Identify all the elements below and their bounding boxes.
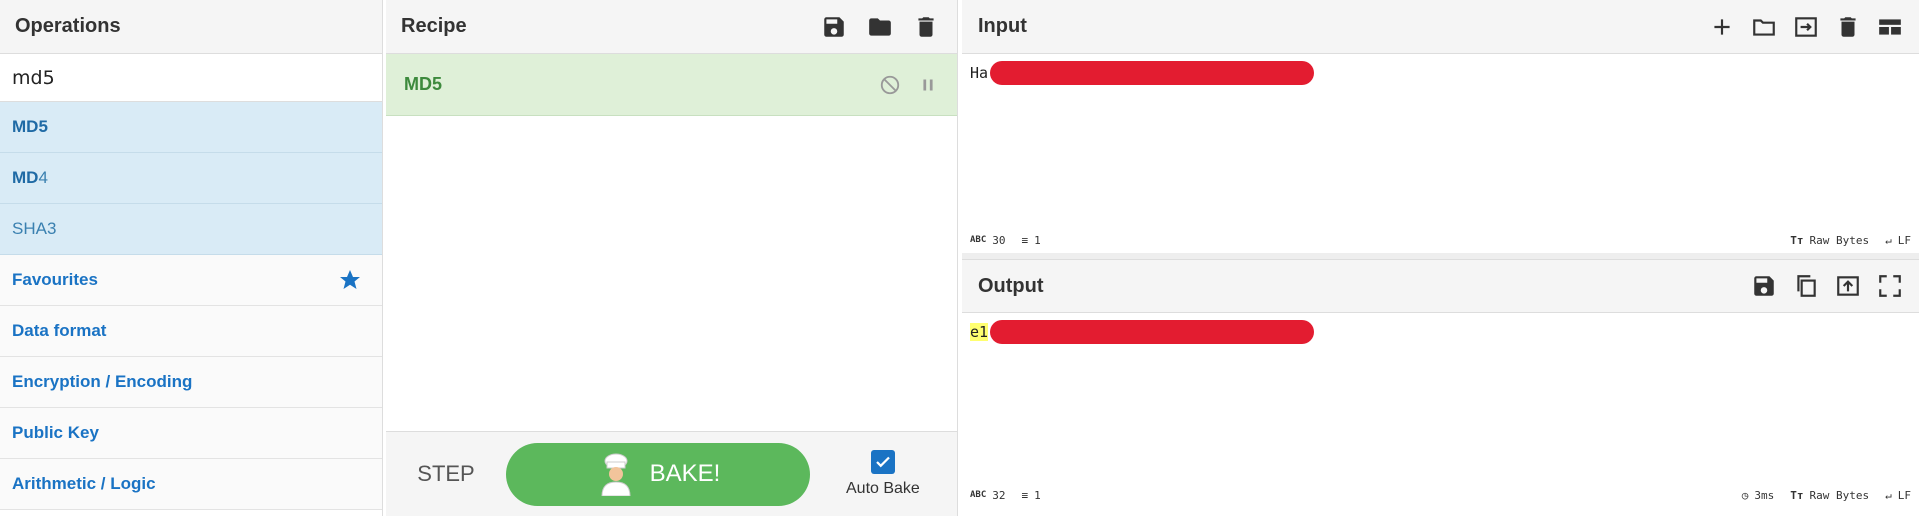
bake-button[interactable]: BAKE! [506, 442, 810, 506]
recipe-operation-md5[interactable]: MD5 [386, 54, 957, 116]
category-favourites[interactable]: Favourites [0, 255, 382, 306]
output-status-bar: ABC 32 ≡ 1 ◷ 3ms Tт Raw Bytes ↵ LF [962, 482, 1919, 508]
output-title: Output [978, 274, 1044, 297]
io-panel: Input Ha ABC 30 ≡ 1 Tт Raw Bytes ↵ LF Ou… [962, 0, 1919, 516]
search-result-sha3[interactable]: SHA3 [0, 204, 382, 255]
auto-bake-toggle[interactable]: Auto Bake [846, 450, 920, 498]
disable-icon[interactable] [879, 74, 901, 96]
eol-selector[interactable]: ↵ LF [1885, 489, 1911, 502]
recipe-title: Recipe [401, 15, 467, 37]
chef-icon [601, 453, 631, 496]
category-label: Favourites [12, 270, 98, 289]
recipe-panel: Recipe MD5 STEP BAKE! Auto Bake [386, 0, 958, 516]
operations-panel: Operations md5 MD5 MD 4 SHA3 Favourites D… [0, 0, 383, 516]
bake-time: ◷ 3ms [1741, 488, 1775, 502]
char-count: ABC 30 [970, 233, 1006, 247]
trash-icon[interactable] [1835, 14, 1861, 40]
checkmark-icon [876, 456, 890, 468]
input-header: Input [962, 0, 1919, 54]
category-arithmetic-logic[interactable]: Arithmetic / Logic [0, 459, 382, 510]
category-data-format[interactable]: Data format [0, 306, 382, 357]
operations-title: Operations [0, 0, 382, 54]
operations-search-input[interactable]: md5 [0, 54, 382, 102]
replace-input-icon[interactable] [1835, 273, 1861, 299]
step-button[interactable]: STEP [386, 461, 506, 487]
search-result-md5[interactable]: MD5 [0, 102, 382, 153]
redaction-bar [990, 320, 1314, 344]
char-count: ABC 32 [970, 488, 1006, 502]
input-textarea[interactable]: Ha [962, 54, 1919, 227]
star-icon [340, 270, 360, 289]
save-icon[interactable] [1751, 273, 1777, 299]
result-rest: SHA3 [12, 219, 57, 238]
search-result-md4[interactable]: MD 4 [0, 153, 382, 204]
output-textarea[interactable]: e1 [962, 313, 1919, 482]
output-text: e1 [970, 323, 989, 341]
input-title: Input [978, 15, 1027, 37]
open-folder-icon[interactable] [1751, 14, 1777, 40]
result-match: MD5 [12, 117, 48, 136]
output-header: Output [962, 259, 1919, 313]
category-label: Public Key [12, 423, 99, 442]
copy-icon[interactable] [1793, 273, 1819, 299]
add-tab-icon[interactable] [1709, 14, 1735, 40]
result-rest: 4 [38, 168, 48, 187]
line-count: ≡ 1 [1021, 233, 1041, 247]
layout-icon[interactable] [1877, 14, 1903, 40]
category-label: Encryption / Encoding [12, 372, 193, 391]
encoding-selector[interactable]: Tт Raw Bytes [1790, 489, 1869, 502]
redaction-bar [990, 61, 1314, 85]
input-status-bar: ABC 30 ≡ 1 Tт Raw Bytes ↵ LF [962, 227, 1919, 253]
pause-icon[interactable] [917, 74, 939, 96]
category-public-key[interactable]: Public Key [0, 408, 382, 459]
auto-bake-label: Auto Bake [846, 480, 920, 497]
open-file-icon[interactable] [1793, 14, 1819, 40]
category-label: Arithmetic / Logic [12, 474, 156, 493]
save-icon[interactable] [821, 14, 847, 40]
recipe-operation-name: MD5 [404, 74, 443, 94]
maximise-icon[interactable] [1877, 273, 1903, 299]
encoding-selector[interactable]: Tт Raw Bytes [1790, 234, 1869, 247]
category-encryption-encoding[interactable]: Encryption / Encoding [0, 357, 382, 408]
eol-selector[interactable]: ↵ LF [1885, 234, 1911, 247]
recipe-header: Recipe [386, 0, 957, 54]
result-match: MD [12, 168, 39, 187]
bake-label: BAKE! [649, 460, 721, 487]
category-label: Data format [12, 321, 107, 340]
auto-bake-checkbox[interactable] [870, 450, 895, 474]
folder-icon[interactable] [867, 14, 893, 40]
trash-icon[interactable] [913, 14, 939, 40]
bake-bar: STEP BAKE! Auto Bake [386, 431, 957, 516]
cyberchef-app: Operations md5 MD5 MD 4 SHA3 Favourites D… [0, 0, 1919, 516]
input-text: Ha [970, 64, 989, 82]
line-count: ≡ 1 [1021, 488, 1041, 502]
